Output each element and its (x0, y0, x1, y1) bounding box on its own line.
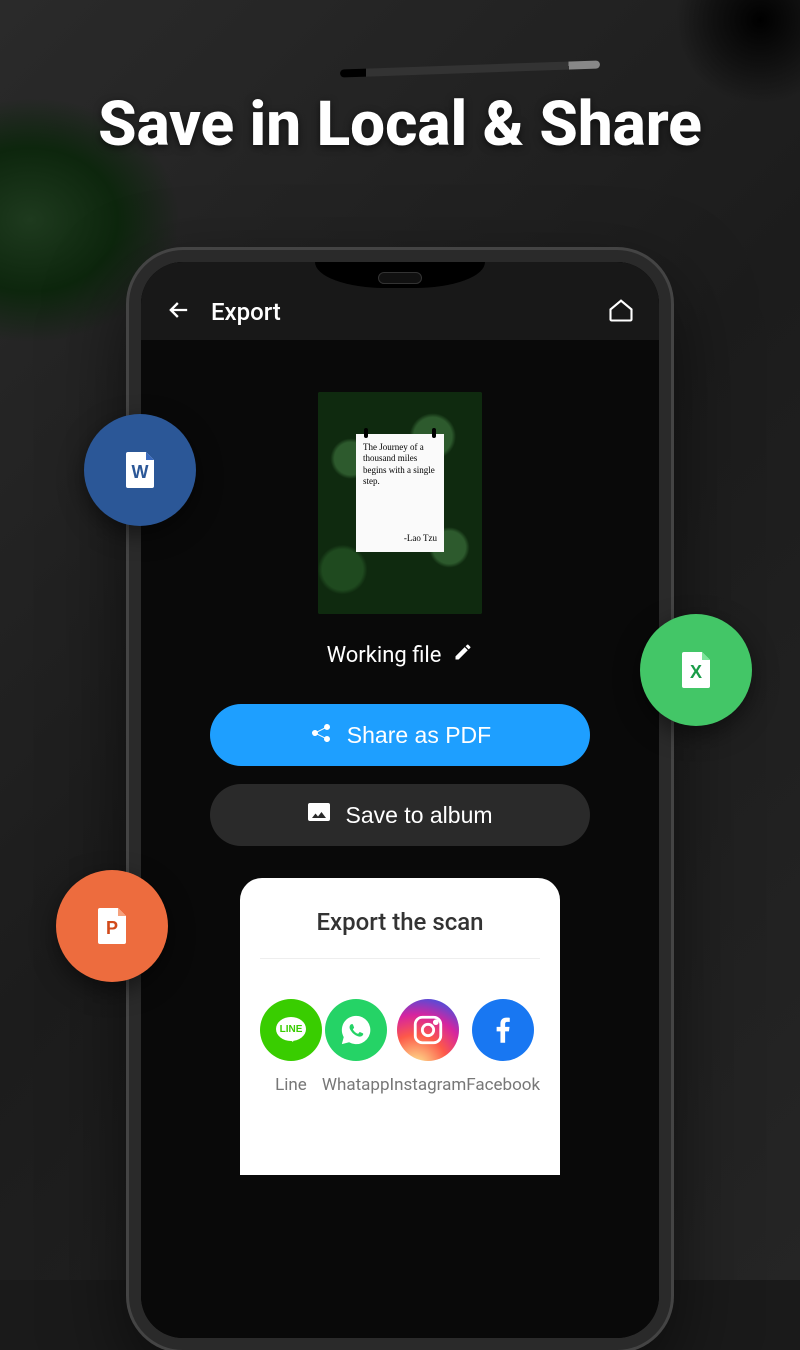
share-option-line[interactable]: LINE Line (260, 999, 322, 1095)
rename-icon[interactable] (453, 642, 473, 668)
file-name-label: Working file (327, 643, 442, 668)
promo-headline: Save in Local & Share (0, 88, 800, 161)
share-pdf-button[interactable]: Share as PDF (210, 704, 590, 766)
image-icon (307, 800, 331, 830)
svg-text:W: W (132, 462, 149, 482)
share-sheet: Export the scan LINE Line Whatapp (240, 878, 560, 1175)
word-icon: W (84, 414, 196, 526)
share-label-line: Line (275, 1075, 307, 1095)
preview-section: The Journey of a thousand miles begins w… (141, 340, 659, 1338)
share-label-instagram: Instagram (390, 1075, 467, 1095)
share-option-facebook[interactable]: Facebook (466, 999, 540, 1095)
svg-text:X: X (690, 662, 702, 682)
line-icon: LINE (260, 999, 322, 1061)
back-icon[interactable] (165, 296, 193, 328)
phone-mockup: Export The Journey of a thousand miles b… (129, 250, 671, 1350)
excel-icon: X (640, 614, 752, 726)
sheet-title: Export the scan (260, 908, 540, 959)
document-preview[interactable]: The Journey of a thousand miles begins w… (318, 392, 482, 614)
home-icon[interactable] (607, 296, 635, 328)
whatsapp-icon (325, 999, 387, 1061)
quote-author: -Lao Tzu (363, 533, 437, 544)
svg-text:LINE: LINE (280, 1024, 303, 1035)
facebook-icon (472, 999, 534, 1061)
quote-body: The Journey of a thousand miles begins w… (363, 442, 437, 487)
share-option-instagram[interactable]: Instagram (390, 999, 467, 1095)
page-title: Export (211, 298, 281, 326)
share-option-whatsapp[interactable]: Whatapp (322, 999, 390, 1095)
instagram-icon (397, 999, 459, 1061)
save-album-label: Save to album (345, 802, 492, 829)
app-screen: Export The Journey of a thousand miles b… (141, 262, 659, 1338)
share-icon (309, 720, 333, 750)
share-pdf-label: Share as PDF (347, 722, 491, 749)
powerpoint-icon: P (56, 870, 168, 982)
save-album-button[interactable]: Save to album (210, 784, 590, 846)
share-label-facebook: Facebook (466, 1075, 540, 1095)
svg-text:P: P (106, 918, 118, 938)
share-label-whatsapp: Whatapp (322, 1075, 390, 1095)
